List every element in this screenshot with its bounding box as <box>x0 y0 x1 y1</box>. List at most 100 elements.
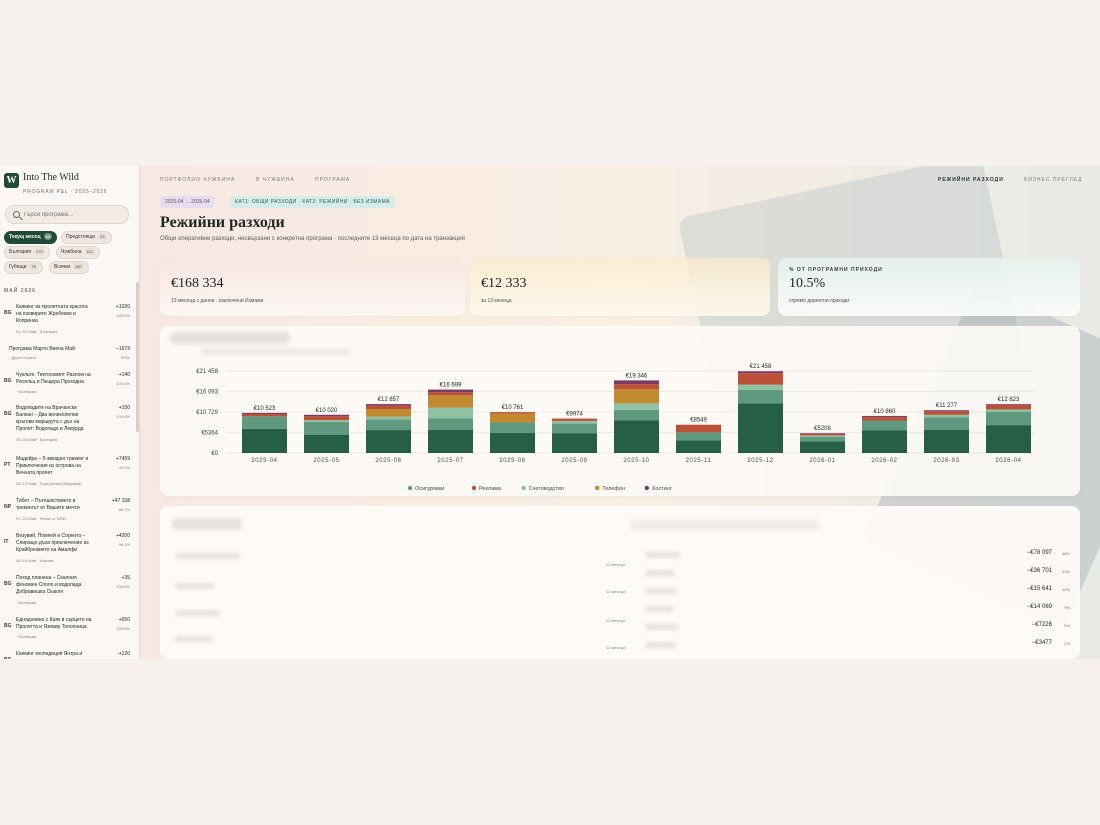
chart-bar-segment[interactable] <box>738 371 783 374</box>
chart-bar-segment[interactable] <box>676 440 721 453</box>
chart-bar-segment[interactable] <box>800 433 845 436</box>
chart-bar-segment[interactable] <box>800 435 845 437</box>
program-list-item[interactable]: BG Поход планина – Скалния феномен Споло… <box>4 575 130 607</box>
nav-business-overview[interactable]: БИЗНЕС ПРЕГЛЕД <box>1024 177 1083 183</box>
chart-bar-segment[interactable] <box>490 432 535 453</box>
chart-x-tick-label: 2026-03 <box>933 458 959 464</box>
chart-legend-label: Телефон <box>602 486 625 492</box>
chart-bar-segment[interactable] <box>924 417 969 430</box>
chart-x-tick-label: 2025-10 <box>623 458 649 464</box>
chart-bar-segment[interactable] <box>986 404 1031 410</box>
program-search[interactable] <box>5 205 129 224</box>
chart-bar-segment[interactable] <box>552 433 597 453</box>
chart-bar-segment[interactable] <box>304 414 349 417</box>
filter-losing[interactable]: Губещи 76 <box>4 261 43 274</box>
chart-bar-segment[interactable] <box>366 409 411 417</box>
chart-bar-segment[interactable] <box>738 389 783 404</box>
chart-bar-segment[interactable] <box>490 413 535 423</box>
chart-bar-segment[interactable] <box>924 414 969 418</box>
chart-bar-segment[interactable] <box>986 411 1031 426</box>
chart-bar-segment[interactable] <box>428 407 473 419</box>
filter-current-month[interactable]: Текущ месец 23 <box>4 231 57 244</box>
filter-label: Предстоящи <box>66 234 96 240</box>
chart-bar-segment[interactable] <box>304 420 349 423</box>
program-meta: 03–03 Май · България <box>16 437 58 442</box>
program-list-item[interactable]: BG Чукльте, Тектонският Разлом на Ресель… <box>4 372 130 398</box>
chart-bar-segment[interactable] <box>862 430 907 453</box>
chart-bar-segment[interactable] <box>552 418 597 421</box>
chart-bar-segment[interactable] <box>490 412 535 414</box>
chart-bar-segment[interactable] <box>676 424 721 433</box>
chart-bar-segment[interactable] <box>242 428 287 453</box>
chart-bar-segment[interactable] <box>428 418 473 430</box>
chart-bar-segment[interactable] <box>304 434 349 453</box>
month-group-title: МАЙ 2026 <box>4 288 36 294</box>
chart-total-label: €9974 <box>566 412 583 418</box>
sidebar-scrollbar[interactable] <box>136 282 139 432</box>
chart-bar-segment[interactable] <box>614 384 659 390</box>
program-percent: 100.0% <box>116 414 130 419</box>
chart-bar-segment[interactable] <box>242 414 287 417</box>
kpi-note: за 13 месеца <box>481 298 512 304</box>
filter-all[interactable]: Всички 387 <box>49 261 89 274</box>
chart-bar-segment[interactable] <box>800 433 845 434</box>
chart-bar-segment[interactable] <box>924 411 969 415</box>
chart-bar-segment[interactable] <box>614 403 659 410</box>
filter-label: България <box>9 249 32 255</box>
nav-overhead-costs[interactable]: РЕЖИЙНИ РАЗХОДИ <box>938 177 1004 183</box>
program-amount: +120 <box>118 651 130 657</box>
chart-bar-segment[interactable] <box>304 422 349 435</box>
chart-bar-segment[interactable] <box>242 416 287 429</box>
chart-bar-segment[interactable] <box>304 416 349 421</box>
search-input[interactable] <box>23 209 123 221</box>
chart-x-tick-label: 2026-04 <box>995 458 1021 464</box>
chart-bar-segment[interactable] <box>428 429 473 453</box>
chart-bar-segment[interactable] <box>986 425 1031 453</box>
filter-abroad[interactable]: Чужбина 112 <box>56 246 100 259</box>
breadcrumb-abroad[interactable]: В ЧУЖБИНА <box>256 177 295 183</box>
chart-bar-segment[interactable] <box>800 436 845 442</box>
chart-bar-segment[interactable] <box>862 415 907 418</box>
chart-bar-segment[interactable] <box>862 420 907 431</box>
breadcrumb-program[interactable]: ПРОГРАМА <box>315 177 350 183</box>
chart-bar-segment[interactable] <box>428 389 473 393</box>
chart-bar-segment[interactable] <box>862 417 907 421</box>
chart-bar-segment[interactable] <box>366 416 411 420</box>
chart-bar-segment[interactable] <box>366 419 411 431</box>
chart-bar-segment[interactable] <box>924 429 969 453</box>
chart-bar-segment[interactable] <box>552 423 597 434</box>
filter-upcoming[interactable]: Предстоящи 93 <box>61 231 112 244</box>
program-list-item[interactable]: BG Каякинг експедиция Янтра и +120 <box>4 651 130 659</box>
program-list-item[interactable]: PT Мадейра – 5-звезден трекинг и Приключ… <box>4 456 130 489</box>
chart-bar-segment[interactable] <box>552 420 597 424</box>
chart-bar-segment[interactable] <box>924 410 969 412</box>
filter-bulgaria[interactable]: България 275 <box>4 246 50 259</box>
chart-bar-segment[interactable] <box>428 392 473 396</box>
chart-bar-segment[interactable] <box>738 373 783 385</box>
chart-bar-segment[interactable] <box>242 412 287 415</box>
chart-bar-segment[interactable] <box>738 384 783 390</box>
chart-bar-segment[interactable] <box>986 404 1031 405</box>
program-list-item[interactable]: BG Еднодневно с Каяк в сърцето на Пролет… <box>4 617 130 643</box>
program-list-item[interactable]: NP Тибет – Пътешествието и трекингът от … <box>4 498 130 524</box>
chart-bar-segment[interactable] <box>800 441 845 453</box>
country-code: BG <box>4 581 12 587</box>
program-list-item[interactable]: IT Везувий, Помпей и Соренто – Спиращо д… <box>4 533 130 567</box>
chart-bar-segment[interactable] <box>366 405 411 410</box>
chart-bar-segment[interactable] <box>490 422 535 433</box>
chart-bar-segment[interactable] <box>366 404 411 406</box>
chart-legend-swatch <box>471 485 477 491</box>
chart-bar-segment[interactable] <box>738 403 783 453</box>
chart-bar-segment[interactable] <box>614 380 659 385</box>
program-list-item[interactable]: Програма Марто Виена Май · Други страни … <box>4 346 130 364</box>
breadcrumb-portfolio-abroad[interactable]: ПОРТФОЛИО ЧУЖБИНА <box>160 177 235 183</box>
chart-bar-segment[interactable] <box>614 389 659 404</box>
chart-bar-segment[interactable] <box>366 430 411 453</box>
chart-bar-segment[interactable] <box>676 432 721 441</box>
program-list-item[interactable]: BG Водопадите на Врачански Балкан – Два … <box>4 405 130 447</box>
chart-bar-segment[interactable] <box>428 395 473 408</box>
chart-bar-segment[interactable] <box>614 409 659 421</box>
chart-bar-segment[interactable] <box>614 420 659 453</box>
chart-bar-segment[interactable] <box>986 409 1031 412</box>
program-list-item[interactable]: BG Каякинг из пролетната красота на язов… <box>4 304 130 338</box>
